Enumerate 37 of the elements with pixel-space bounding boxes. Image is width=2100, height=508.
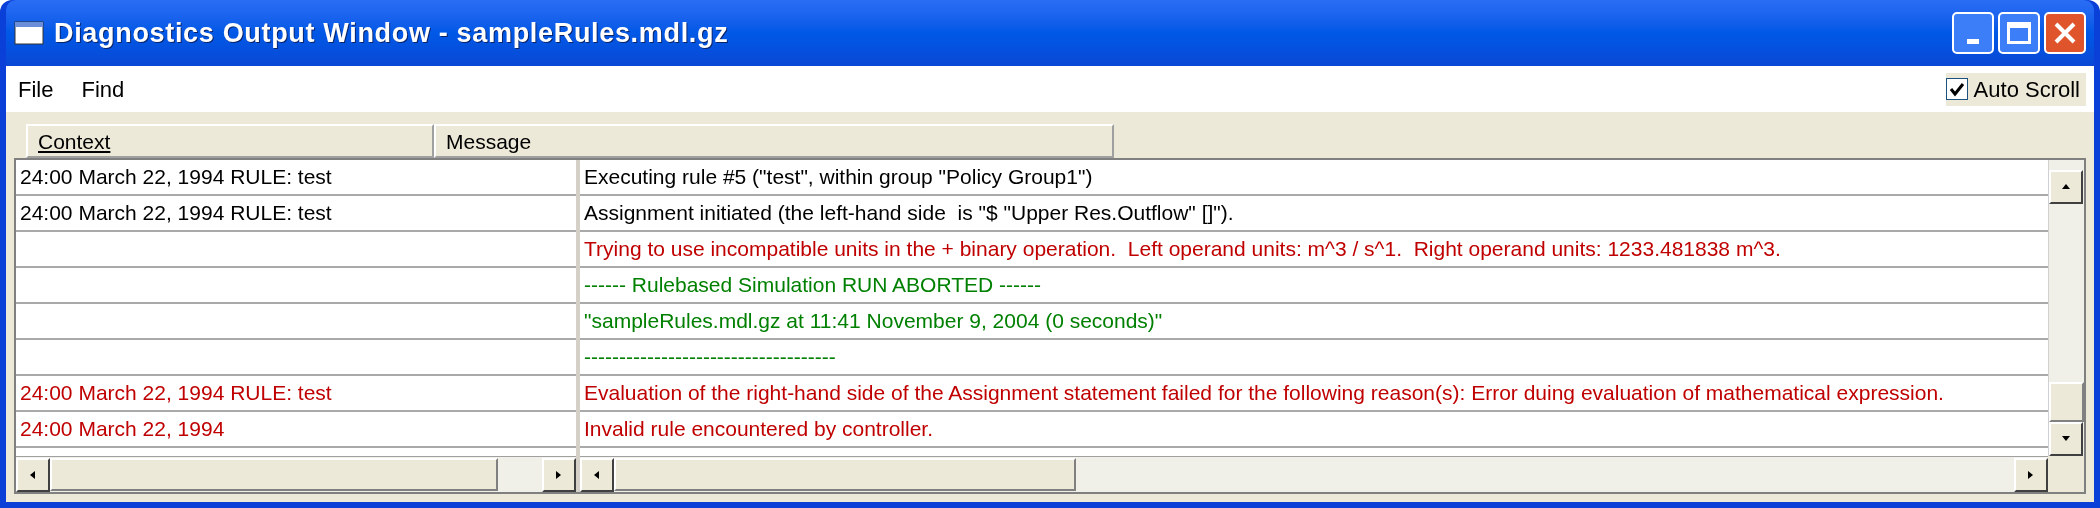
left-arrow-icon — [592, 469, 602, 480]
context-cell-text: 24:00 March 22, 1994 — [20, 416, 225, 443]
minimize-icon — [1967, 39, 1979, 44]
maximize-button[interactable] — [1998, 12, 2040, 54]
menu-item[interactable]: Find — [77, 72, 129, 106]
message-cell-text: Trying to use incompatible units in the + binary operation. Left operand units: m^3 / s^1. Right operand units: 1233.481838 m^3. — [584, 236, 1781, 263]
message-cell-text: Invalid rule encountered by controller. — [584, 416, 934, 443]
message-cell-text: Executing rule #5 ("test", within group "Policy Group1") — [584, 164, 1093, 191]
message-cell-text: ------------------------------------ — [584, 344, 836, 371]
close-icon — [2053, 21, 2077, 45]
column-header[interactable]: Context — [26, 124, 434, 158]
scroll-up-button[interactable] — [2049, 170, 2083, 204]
minimize-button[interactable] — [1952, 12, 1994, 54]
scroll-down-button[interactable] — [2049, 422, 2083, 456]
close-button[interactable] — [2044, 12, 2086, 54]
message-cell-text: Assignment initiated (the left-hand side is "$ "Upper Res.Outflow" []"). — [584, 200, 1234, 227]
maximize-icon — [2007, 22, 2031, 44]
scroll-right-button[interactable] — [2014, 457, 2048, 492]
up-arrow-icon — [2061, 182, 2071, 192]
scroll-left-button[interactable] — [580, 457, 614, 492]
checkmark-icon — [1948, 81, 1965, 97]
window-icon — [14, 21, 44, 45]
context-cell-text: 24:00 March 22, 1994 RULE: test — [20, 380, 332, 407]
auto-scroll-checkbox[interactable]: Auto Scroll — [1945, 72, 2086, 106]
message-cell-text: "sampleRules.mdl.gz at 11:41 November 9, 2004 (0 seconds)" — [584, 308, 1163, 335]
scroll-right-button[interactable] — [542, 457, 576, 492]
left-arrow-icon — [28, 469, 38, 480]
context-cell-text: 24:00 March 22, 1994 RULE: test — [20, 164, 332, 191]
scroll-left-button[interactable] — [16, 457, 50, 492]
window-title: Diagnostics Output Window - sampleRules.mdl.gz — [54, 16, 729, 50]
scrollbar-thumb[interactable] — [2049, 382, 2084, 422]
context-cell-text: 24:00 March 22, 1994 RULE: test — [20, 200, 332, 227]
column-header[interactable]: Message — [434, 124, 1114, 158]
message-cell-text: ------ Rulebased Simulation RUN ABORTED ------ — [584, 272, 1042, 299]
message-cell-text: Evaluation of the right-hand side of the Assignment statement failed for the following reason(s): Error duing evaluation of mathematical expression. — [584, 380, 1944, 407]
scrollbar-thumb[interactable] — [614, 458, 1076, 491]
menu-item[interactable]: File — [14, 72, 58, 106]
